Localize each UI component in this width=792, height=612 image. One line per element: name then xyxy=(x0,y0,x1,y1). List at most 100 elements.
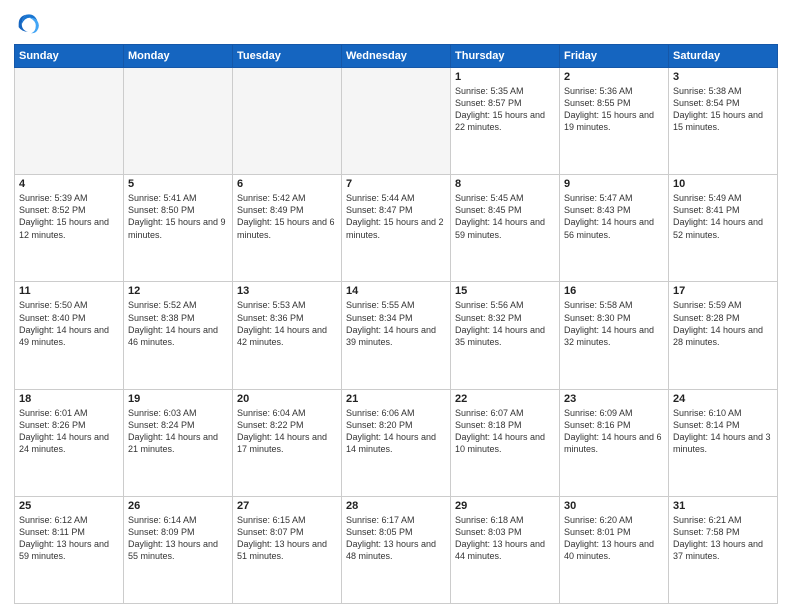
day-cell: 24 Sunrise: 6:10 AMSunset: 8:14 PMDayligh… xyxy=(669,389,778,496)
day-number: 16 xyxy=(564,285,664,297)
day-info: Sunrise: 6:18 AMSunset: 8:03 PMDaylight:… xyxy=(455,514,555,563)
day-number: 1 xyxy=(455,71,555,83)
day-cell: 8 Sunrise: 5:45 AMSunset: 8:45 PMDaylight… xyxy=(451,175,560,282)
day-number: 29 xyxy=(455,500,555,512)
day-number: 9 xyxy=(564,178,664,190)
day-cell: 20Sunrise: 6:04 AMSunset: 8:22 PMDayligh… xyxy=(233,389,342,496)
week-row-1: 1 Sunrise: 5:35 AMSunset: 8:57 PMDaylight… xyxy=(15,68,778,175)
day-number: 23 xyxy=(564,393,664,405)
weekday-header-sunday: Sunday xyxy=(15,45,124,68)
day-cell: 21 Sunrise: 6:06 AMSunset: 8:20 PMDayligh… xyxy=(342,389,451,496)
day-info: Sunrise: 6:03 AMSunset: 8:24 PMDaylight:… xyxy=(128,407,228,456)
day-info: Sunrise: 5:47 AMSunset: 8:43 PMDaylight:… xyxy=(564,192,664,241)
day-cell: 13 Sunrise: 5:53 AMSunset: 8:36 PMDayligh… xyxy=(233,282,342,389)
day-number: 13 xyxy=(237,285,337,297)
weekday-header-saturday: Saturday xyxy=(669,45,778,68)
page-container: SundayMondayTuesdayWednesdayThursdayFrid… xyxy=(0,0,792,612)
day-cell: 14 Sunrise: 5:55 AMSunset: 8:34 PMDayligh… xyxy=(342,282,451,389)
day-info: Sunrise: 5:44 AMSunset: 8:47 PMDaylight:… xyxy=(346,192,446,241)
weekday-header-thursday: Thursday xyxy=(451,45,560,68)
day-info: Sunrise: 5:53 AMSunset: 8:36 PMDaylight:… xyxy=(237,299,337,348)
day-number: 8 xyxy=(455,178,555,190)
page-header xyxy=(14,10,778,38)
weekday-header-row: SundayMondayTuesdayWednesdayThursdayFrid… xyxy=(15,45,778,68)
day-cell: 6 Sunrise: 5:42 AMSunset: 8:49 PMDaylight… xyxy=(233,175,342,282)
day-number: 20 xyxy=(237,393,337,405)
day-cell: 9 Sunrise: 5:47 AMSunset: 8:43 PMDaylight… xyxy=(560,175,669,282)
day-number: 4 xyxy=(19,178,119,190)
day-cell: 30Sunrise: 6:20 AMSunset: 8:01 PMDayligh… xyxy=(560,496,669,603)
day-number: 12 xyxy=(128,285,228,297)
day-info: Sunrise: 5:45 AMSunset: 8:45 PMDaylight:… xyxy=(455,192,555,241)
day-number: 3 xyxy=(673,71,773,83)
day-cell: 25Sunrise: 6:12 AMSunset: 8:11 PMDayligh… xyxy=(15,496,124,603)
day-info: Sunrise: 6:06 AMSunset: 8:20 PMDaylight:… xyxy=(346,407,446,456)
day-info: Sunrise: 5:39 AMSunset: 8:52 PMDaylight:… xyxy=(19,192,119,241)
day-number: 31 xyxy=(673,500,773,512)
day-info: Sunrise: 6:10 AMSunset: 8:14 PMDaylight:… xyxy=(673,407,773,456)
day-info: Sunrise: 5:49 AMSunset: 8:41 PMDaylight:… xyxy=(673,192,773,241)
day-cell: 10 Sunrise: 5:49 AMSunset: 8:41 PMDayligh… xyxy=(669,175,778,282)
day-number: 24 xyxy=(673,393,773,405)
day-cell: 11 Sunrise: 5:50 AMSunset: 8:40 PMDayligh… xyxy=(15,282,124,389)
day-cell: 12 Sunrise: 5:52 AMSunset: 8:38 PMDayligh… xyxy=(124,282,233,389)
day-info: Sunrise: 6:17 AMSunset: 8:05 PMDaylight:… xyxy=(346,514,446,563)
day-info: Sunrise: 6:01 AMSunset: 8:26 PMDaylight:… xyxy=(19,407,119,456)
day-number: 14 xyxy=(346,285,446,297)
day-number: 10 xyxy=(673,178,773,190)
day-cell: 22 Sunrise: 6:07 AMSunset: 8:18 PMDayligh… xyxy=(451,389,560,496)
day-number: 2 xyxy=(564,71,664,83)
day-number: 11 xyxy=(19,285,119,297)
week-row-5: 25Sunrise: 6:12 AMSunset: 8:11 PMDayligh… xyxy=(15,496,778,603)
day-number: 7 xyxy=(346,178,446,190)
day-number: 15 xyxy=(455,285,555,297)
day-cell: 2 Sunrise: 5:36 AMSunset: 8:55 PMDaylight… xyxy=(560,68,669,175)
day-info: Sunrise: 5:56 AMSunset: 8:32 PMDaylight:… xyxy=(455,299,555,348)
day-info: Sunrise: 5:59 AMSunset: 8:28 PMDaylight:… xyxy=(673,299,773,348)
day-cell: 3 Sunrise: 5:38 AMSunset: 8:54 PMDaylight… xyxy=(669,68,778,175)
day-info: Sunrise: 5:42 AMSunset: 8:49 PMDaylight:… xyxy=(237,192,337,241)
day-cell: 23 Sunrise: 6:09 AMSunset: 8:16 PMDayligh… xyxy=(560,389,669,496)
day-number: 22 xyxy=(455,393,555,405)
day-info: Sunrise: 5:55 AMSunset: 8:34 PMDaylight:… xyxy=(346,299,446,348)
day-cell: 7 Sunrise: 5:44 AMSunset: 8:47 PMDaylight… xyxy=(342,175,451,282)
day-cell xyxy=(15,68,124,175)
day-number: 27 xyxy=(237,500,337,512)
day-cell: 18Sunrise: 6:01 AMSunset: 8:26 PMDayligh… xyxy=(15,389,124,496)
day-cell: 19Sunrise: 6:03 AMSunset: 8:24 PMDayligh… xyxy=(124,389,233,496)
day-number: 21 xyxy=(346,393,446,405)
day-info: Sunrise: 6:07 AMSunset: 8:18 PMDaylight:… xyxy=(455,407,555,456)
day-cell: 29 Sunrise: 6:18 AMSunset: 8:03 PMDayligh… xyxy=(451,496,560,603)
day-number: 17 xyxy=(673,285,773,297)
day-cell: 4 Sunrise: 5:39 AMSunset: 8:52 PMDaylight… xyxy=(15,175,124,282)
calendar-table: SundayMondayTuesdayWednesdayThursdayFrid… xyxy=(14,44,778,604)
weekday-header-monday: Monday xyxy=(124,45,233,68)
day-info: Sunrise: 6:14 AMSunset: 8:09 PMDaylight:… xyxy=(128,514,228,563)
day-cell: 27Sunrise: 6:15 AMSunset: 8:07 PMDayligh… xyxy=(233,496,342,603)
day-info: Sunrise: 6:09 AMSunset: 8:16 PMDaylight:… xyxy=(564,407,664,456)
day-cell: 1 Sunrise: 5:35 AMSunset: 8:57 PMDaylight… xyxy=(451,68,560,175)
day-number: 6 xyxy=(237,178,337,190)
week-row-3: 11 Sunrise: 5:50 AMSunset: 8:40 PMDayligh… xyxy=(15,282,778,389)
day-info: Sunrise: 5:38 AMSunset: 8:54 PMDaylight:… xyxy=(673,85,773,134)
weekday-header-wednesday: Wednesday xyxy=(342,45,451,68)
day-cell: 16 Sunrise: 5:58 AMSunset: 8:30 PMDayligh… xyxy=(560,282,669,389)
day-info: Sunrise: 5:41 AMSunset: 8:50 PMDaylight:… xyxy=(128,192,228,241)
day-info: Sunrise: 5:36 AMSunset: 8:55 PMDaylight:… xyxy=(564,85,664,134)
logo-icon xyxy=(14,10,42,38)
day-cell: 26 Sunrise: 6:14 AMSunset: 8:09 PMDayligh… xyxy=(124,496,233,603)
day-cell: 31 Sunrise: 6:21 AMSunset: 7:58 PMDayligh… xyxy=(669,496,778,603)
day-number: 26 xyxy=(128,500,228,512)
day-number: 28 xyxy=(346,500,446,512)
day-info: Sunrise: 5:35 AMSunset: 8:57 PMDaylight:… xyxy=(455,85,555,134)
weekday-header-friday: Friday xyxy=(560,45,669,68)
day-info: Sunrise: 6:21 AMSunset: 7:58 PMDaylight:… xyxy=(673,514,773,563)
week-row-2: 4 Sunrise: 5:39 AMSunset: 8:52 PMDaylight… xyxy=(15,175,778,282)
day-info: Sunrise: 5:58 AMSunset: 8:30 PMDaylight:… xyxy=(564,299,664,348)
day-info: Sunrise: 5:52 AMSunset: 8:38 PMDaylight:… xyxy=(128,299,228,348)
week-row-4: 18Sunrise: 6:01 AMSunset: 8:26 PMDayligh… xyxy=(15,389,778,496)
day-number: 5 xyxy=(128,178,228,190)
day-info: Sunrise: 5:50 AMSunset: 8:40 PMDaylight:… xyxy=(19,299,119,348)
day-cell: 15 Sunrise: 5:56 AMSunset: 8:32 PMDayligh… xyxy=(451,282,560,389)
day-info: Sunrise: 6:20 AMSunset: 8:01 PMDaylight:… xyxy=(564,514,664,563)
